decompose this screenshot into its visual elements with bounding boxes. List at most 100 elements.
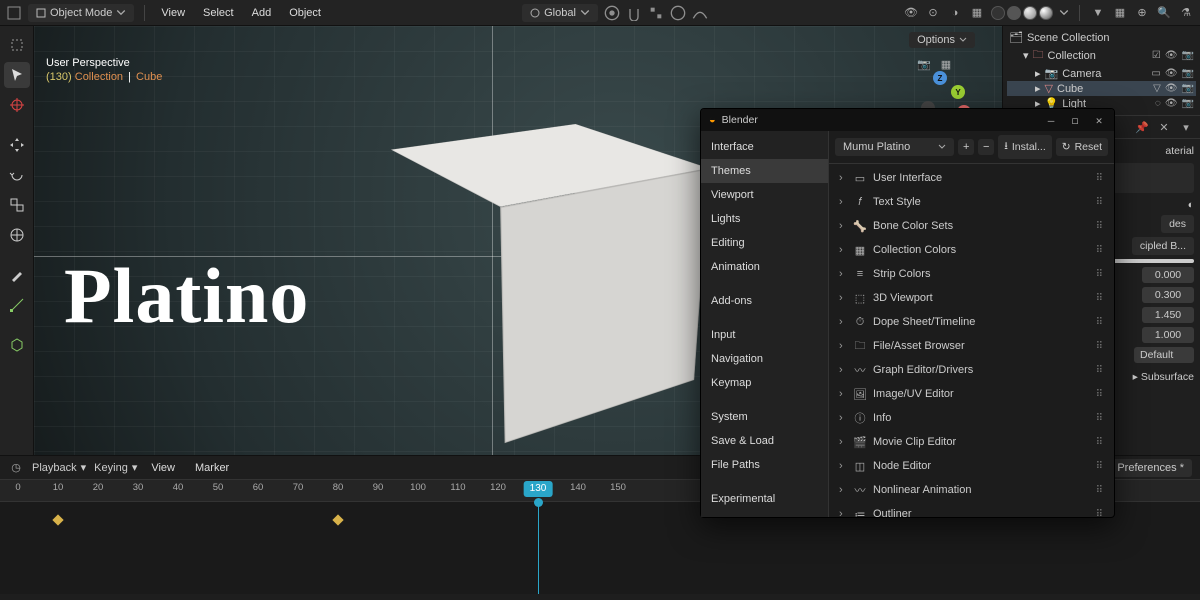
- theme-section-image-uv-editor[interactable]: ›🖼Image/UV Editor⠿: [831, 382, 1112, 406]
- gizmo-y-icon[interactable]: Y: [951, 85, 965, 99]
- theme-section-movie-clip-editor[interactable]: ›🎬Movie Clip Editor⠿: [831, 430, 1112, 454]
- menu-view[interactable]: View: [155, 5, 191, 21]
- data-icon[interactable]: ▭: [1151, 68, 1160, 79]
- theme-section-node-editor[interactable]: ›◫Node Editor⠿: [831, 454, 1112, 478]
- preferences-titlebar[interactable]: ◒ Blender — ◻ ✕: [701, 109, 1114, 131]
- reset-button[interactable]: ↻Reset: [1056, 138, 1108, 156]
- gizmo-z-icon[interactable]: Z: [933, 71, 947, 85]
- playback-menu[interactable]: Playback ▾: [32, 461, 86, 474]
- proportional-icon[interactable]: [670, 5, 686, 21]
- prefs-nav-file-paths[interactable]: File Paths: [701, 453, 828, 477]
- drag-handle-icon[interactable]: ⠿: [1096, 389, 1104, 400]
- drag-handle-icon[interactable]: ⠿: [1096, 485, 1104, 496]
- surface-field[interactable]: cipled B...: [1132, 237, 1194, 255]
- options-dropdown[interactable]: Options: [909, 32, 975, 48]
- menu-add[interactable]: Add: [246, 5, 278, 21]
- visibility-icon[interactable]: 👁: [903, 5, 919, 21]
- drag-handle-icon[interactable]: ⠿: [1096, 341, 1104, 352]
- drag-handle-icon[interactable]: ⠿: [1096, 317, 1104, 328]
- measure-tool[interactable]: [4, 292, 30, 318]
- snap-toggle-icon[interactable]: [626, 5, 642, 21]
- subsurface-label[interactable]: Subsurface: [1141, 371, 1194, 383]
- shading-material-icon[interactable]: [1023, 6, 1037, 20]
- pivot-icon[interactable]: [604, 5, 620, 21]
- shading-rendered-icon[interactable]: [1039, 6, 1053, 20]
- scale-tool[interactable]: [4, 192, 30, 218]
- theme-preset-dropdown[interactable]: Mumu Platino: [835, 138, 954, 156]
- data-icon[interactable]: ▽: [1153, 83, 1161, 94]
- 3d-cursor-tool[interactable]: [4, 92, 30, 118]
- theme-section-list[interactable]: ›▭User Interface⠿›𝑓Text Style⠿›🦴Bone Col…: [829, 164, 1114, 517]
- filter-icon[interactable]: ▼: [1090, 5, 1106, 21]
- prefs-nav-experimental[interactable]: Experimental: [701, 487, 828, 511]
- orientation-dropdown[interactable]: Global: [522, 4, 598, 22]
- add-preset-button[interactable]: +: [958, 139, 974, 155]
- theme-section-bone-color-sets[interactable]: ›🦴Bone Color Sets⠿: [831, 214, 1112, 238]
- outliner-editor-icon[interactable]: ▦: [1112, 5, 1128, 21]
- outliner-item-cube[interactable]: ▸ ▽ Cube ▽👁📷: [1007, 81, 1196, 96]
- drag-handle-icon[interactable]: ⠿: [1096, 461, 1104, 472]
- render-icon[interactable]: 📷: [1182, 50, 1194, 61]
- theme-section-file-asset-browser[interactable]: ›🗀File/Asset Browser⠿: [831, 334, 1112, 358]
- prefs-nav-animation[interactable]: Animation: [701, 255, 828, 279]
- overlay-toggle-icon[interactable]: ◑: [947, 5, 963, 21]
- dropdown-icon[interactable]: ▾: [1178, 119, 1194, 135]
- outliner-scene[interactable]: 🗂 Scene Collection: [1007, 30, 1196, 45]
- filter-funnel-icon[interactable]: ⚗: [1178, 5, 1194, 21]
- cursor-tool[interactable]: [4, 62, 30, 88]
- close-icon[interactable]: ✕: [1092, 113, 1106, 127]
- remove-preset-button[interactable]: −: [978, 139, 994, 155]
- drag-handle-icon[interactable]: ⠿: [1096, 293, 1104, 304]
- editor-type-icon[interactable]: [6, 5, 22, 21]
- prefs-nav-save-load[interactable]: Save & Load: [701, 429, 828, 453]
- drag-handle-icon[interactable]: ⠿: [1096, 221, 1104, 232]
- menu-object[interactable]: Object: [283, 5, 327, 21]
- xray-toggle-icon[interactable]: ▦: [969, 5, 985, 21]
- prefs-nav-system[interactable]: System: [701, 405, 828, 429]
- eye-icon[interactable]: 👁: [1165, 98, 1178, 109]
- theme-section-dope-sheet-timeline[interactable]: ›⏱Dope Sheet/Timeline⠿: [831, 310, 1112, 334]
- theme-section-nonlinear-animation[interactable]: ›〰Nonlinear Animation⠿: [831, 478, 1112, 502]
- outliner-collection[interactable]: ▾ 🗀 Collection ☑👁📷: [1007, 45, 1196, 66]
- material-preview-icon[interactable]: ◐: [1188, 199, 1194, 211]
- playhead[interactable]: [538, 502, 539, 594]
- drag-handle-icon[interactable]: ⠿: [1096, 197, 1104, 208]
- render-icon[interactable]: 📷: [1182, 98, 1194, 109]
- alpha-field[interactable]: 1.000: [1142, 327, 1194, 343]
- normal-field[interactable]: Default: [1134, 347, 1194, 363]
- eye-icon[interactable]: 👁: [1165, 68, 1178, 79]
- prefs-nav-navigation[interactable]: Navigation: [701, 347, 828, 371]
- current-frame-marker[interactable]: 130: [524, 481, 553, 497]
- theme-section-user-interface[interactable]: ›▭User Interface⠿: [831, 166, 1112, 190]
- gizmo-toggle-icon[interactable]: ⊙: [925, 5, 941, 21]
- minimize-icon[interactable]: —: [1044, 113, 1058, 127]
- prefs-nav-input[interactable]: Input: [701, 323, 828, 347]
- keying-menu[interactable]: Keying ▾: [94, 461, 137, 474]
- close-icon[interactable]: ✕: [1156, 119, 1172, 135]
- data-icon[interactable]: ◌: [1155, 98, 1161, 109]
- chevron-down-icon[interactable]: [1059, 8, 1069, 18]
- value-field-1[interactable]: 0.000: [1142, 267, 1194, 283]
- transform-tool[interactable]: [4, 222, 30, 248]
- prefs-nav-lights[interactable]: Lights: [701, 207, 828, 231]
- mode-dropdown[interactable]: Object Mode: [28, 4, 134, 22]
- drag-handle-icon[interactable]: ⠿: [1096, 173, 1104, 184]
- shading-wire-icon[interactable]: [991, 6, 1005, 20]
- value-field-2[interactable]: 0.300: [1142, 287, 1194, 303]
- shading-solid-icon[interactable]: [1007, 6, 1021, 20]
- add-cube-tool[interactable]: [4, 332, 30, 358]
- prefs-nav-editing[interactable]: Editing: [701, 231, 828, 255]
- prefs-nav-interface[interactable]: Interface: [701, 135, 828, 159]
- move-tool[interactable]: [4, 132, 30, 158]
- use-nodes-button[interactable]: des: [1161, 215, 1194, 233]
- render-icon[interactable]: 📷: [1182, 68, 1194, 79]
- outliner-item-camera[interactable]: ▸ 📷 Camera ▭👁📷: [1007, 66, 1196, 81]
- search-icon[interactable]: 🔍: [1156, 5, 1172, 21]
- install-button[interactable]: ⭳Instal...: [998, 135, 1052, 159]
- maximize-icon[interactable]: ◻: [1068, 113, 1082, 127]
- curve-icon[interactable]: [692, 5, 708, 21]
- theme-section-outliner[interactable]: ›≔Outliner⠿: [831, 502, 1112, 517]
- rotate-tool[interactable]: [4, 162, 30, 188]
- prefs-nav-keymap[interactable]: Keymap: [701, 371, 828, 395]
- prefs-nav-add-ons[interactable]: Add-ons: [701, 289, 828, 313]
